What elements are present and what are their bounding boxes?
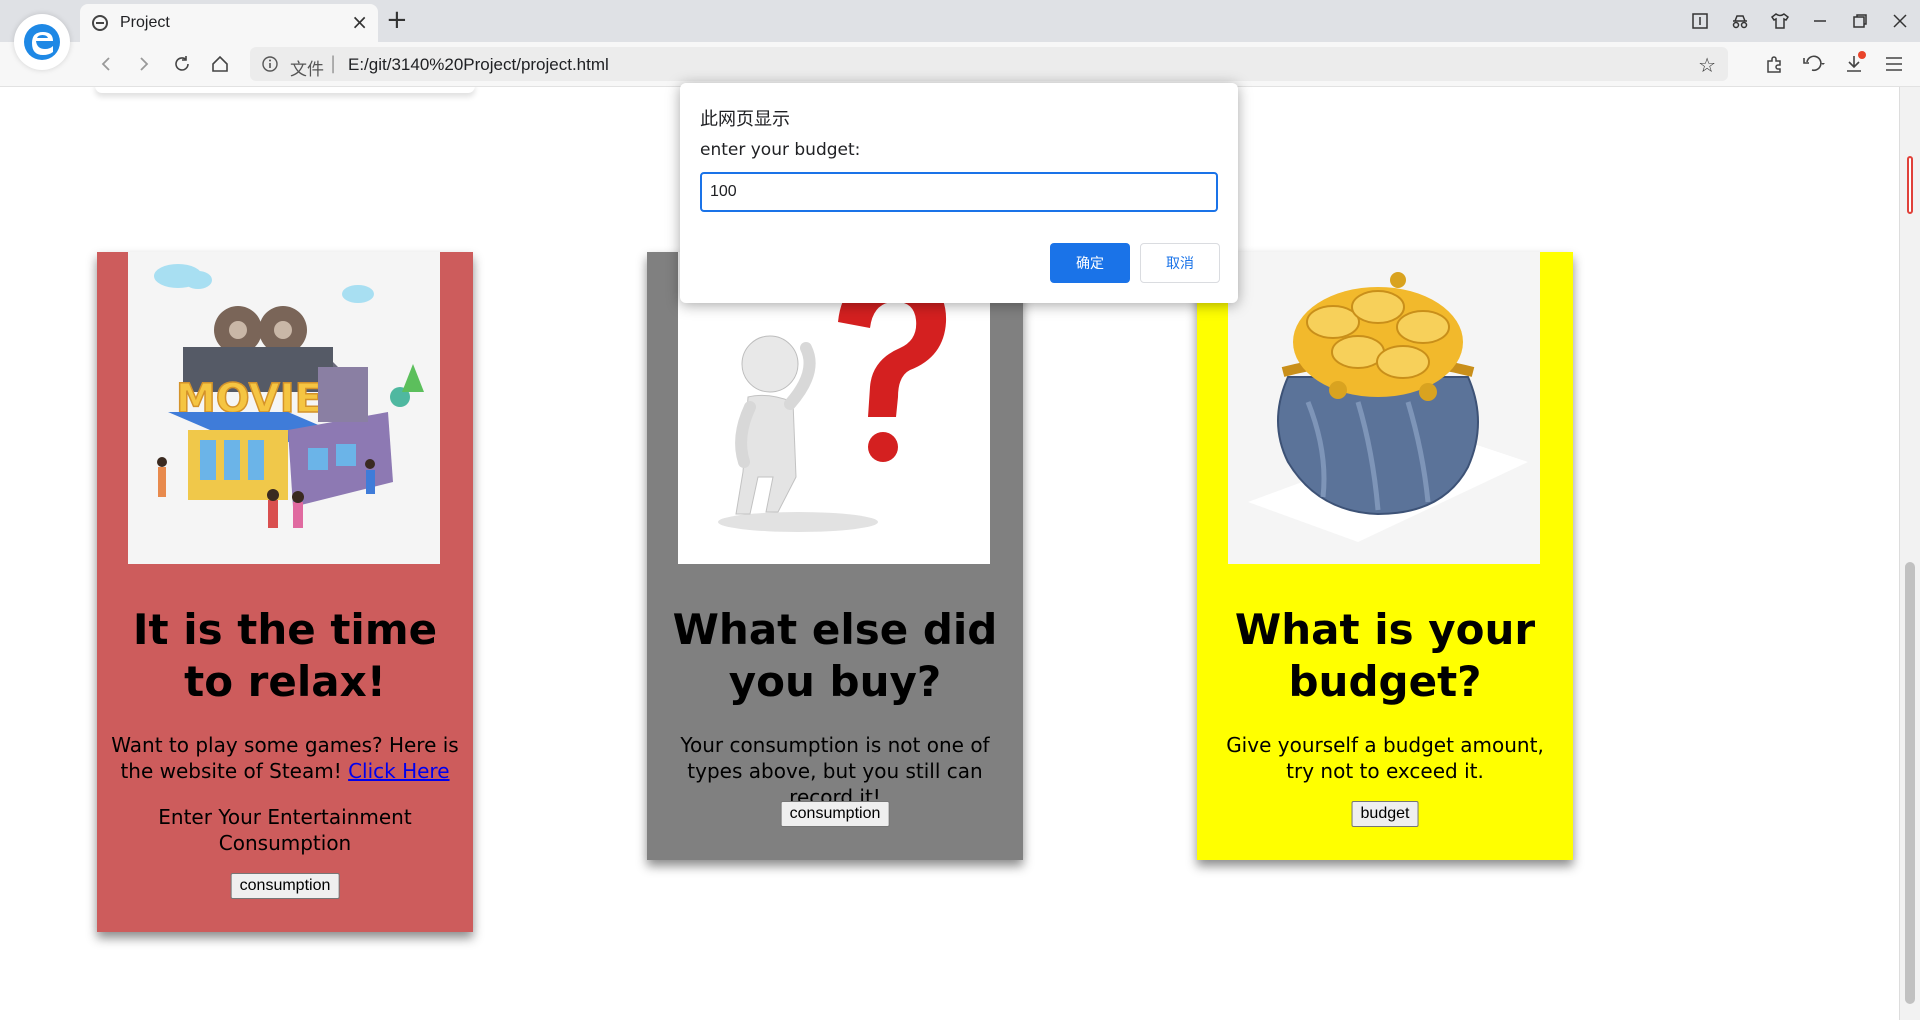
steam-link[interactable]: Click Here [348, 759, 449, 783]
close-tab-icon[interactable]: × [351, 12, 368, 32]
cancel-button[interactable]: 取消 [1140, 243, 1220, 283]
card-entertainment: MOVIE It is the time to relax! Want to p… [97, 252, 473, 932]
restore-icon[interactable] [1840, 0, 1880, 42]
minimize-icon[interactable] [1800, 0, 1840, 42]
browser-toolbar: 文件 | E:/git/3140%20Project/project.html … [0, 42, 1920, 87]
address-scheme-label: 文件 [290, 60, 324, 79]
entertainment-consumption-button[interactable]: consumption [230, 873, 340, 899]
budget-input[interactable] [700, 172, 1218, 212]
address-separator: | [330, 53, 337, 74]
tab-title: Project [120, 14, 170, 31]
download-icon[interactable] [1836, 46, 1872, 82]
scrollbar-thumb[interactable] [1905, 562, 1915, 1004]
card-description: Give yourself a budget amount, try not t… [1226, 733, 1544, 783]
home-icon[interactable] [206, 51, 234, 77]
toolbar-right-icons [1756, 42, 1912, 86]
tab-project[interactable]: Project × [80, 4, 378, 42]
movie-theater-image: MOVIE [128, 252, 440, 564]
new-tab-button[interactable]: + [386, 6, 408, 34]
tracking-icon[interactable] [1720, 0, 1760, 42]
forward-icon[interactable] [130, 51, 158, 77]
shirt-icon[interactable] [1760, 0, 1800, 42]
tab-strip: Project × + [0, 0, 1920, 42]
close-icon[interactable] [1880, 0, 1920, 42]
ok-button[interactable]: 确定 [1050, 243, 1130, 283]
previous-card-edge [95, 87, 475, 93]
card-description: Your consumption is not one of types abo… [680, 733, 990, 809]
address-url[interactable]: E:/git/3140%20Project/project.html [348, 55, 609, 75]
reading-mode-icon[interactable] [1680, 0, 1720, 42]
card-heading: What is your budget? [1234, 605, 1536, 706]
coin-purse-image [1228, 252, 1540, 564]
page-favicon-icon [92, 15, 108, 31]
card-description: Want to play some games? Here is the web… [111, 732, 459, 784]
extensions-icon[interactable] [1756, 46, 1792, 82]
scroll-indicator [1907, 156, 1913, 214]
address-bar[interactable]: 文件 | E:/git/3140%20Project/project.html … [250, 47, 1728, 81]
dialog-message: enter your budget: [700, 140, 861, 160]
card-heading: What else did you buy? [672, 605, 998, 706]
info-icon[interactable] [262, 56, 278, 72]
card-other: What else did you buy? Your consumption … [647, 252, 1023, 860]
prompt-dialog: 此网页显示 enter your budget: 确定 取消 [680, 83, 1238, 303]
download-badge [1858, 51, 1866, 59]
back-icon[interactable] [92, 51, 120, 77]
edge-logo-icon [14, 14, 70, 70]
card-subtext: Enter Your Entertainment Consumption [158, 805, 412, 855]
budget-button[interactable]: budget [1351, 801, 1419, 827]
card-heading: It is the time to relax! [132, 605, 438, 706]
movie-theater-illustration-icon: MOVIE [128, 252, 440, 564]
other-consumption-button[interactable]: consumption [780, 801, 890, 827]
reload-icon[interactable] [168, 51, 196, 77]
star-icon[interactable]: ☆ [1698, 53, 1716, 77]
vertical-scrollbar[interactable] [1899, 87, 1920, 1020]
card-budget: What is your budget? Give yourself a bud… [1197, 252, 1573, 860]
undo-icon[interactable] [1796, 46, 1832, 82]
menu-icon[interactable] [1876, 46, 1912, 82]
coin-purse-illustration-icon [1228, 252, 1540, 564]
window-controls [1680, 0, 1920, 42]
dialog-title: 此网页显示 [700, 109, 790, 130]
